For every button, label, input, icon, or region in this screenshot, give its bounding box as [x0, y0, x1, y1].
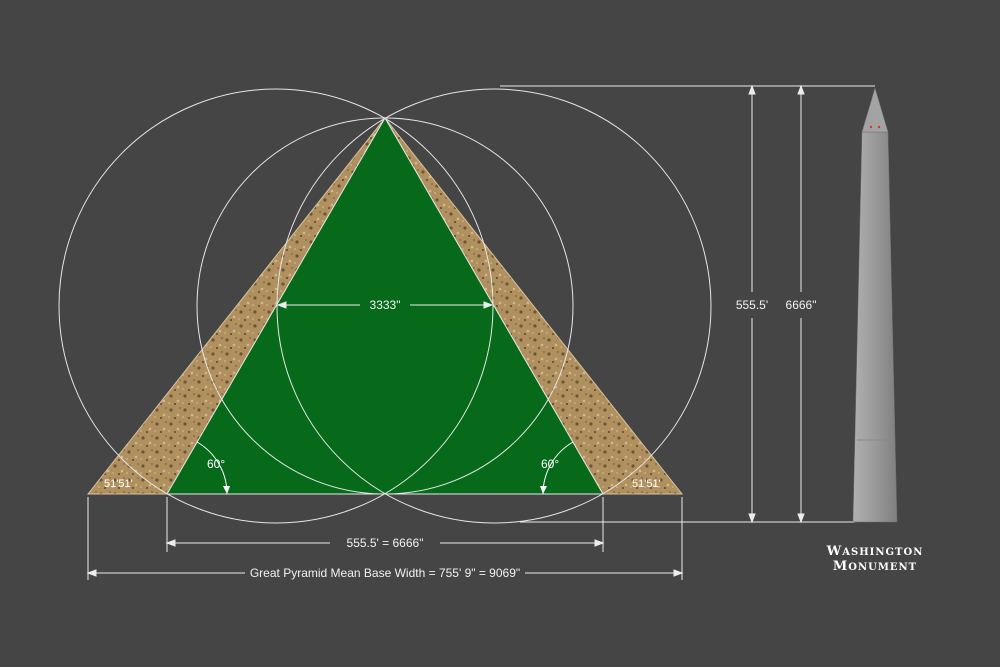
left-slope-label: 51'51' — [104, 478, 133, 490]
height-feet-label: 555.5' — [736, 298, 768, 312]
monument-line1-cap: W — [826, 544, 843, 559]
inner-width-label: 3333" — [370, 298, 401, 312]
height-inches-label: 6666" — [786, 298, 817, 312]
monument-line2-rest: ONUMENT — [848, 562, 917, 573]
inner-base-label: 555.5' = 6666" — [347, 536, 424, 550]
obelisk-pyramidion — [861, 87, 889, 133]
monument-line1-rest: ASHINGTON — [841, 547, 923, 558]
obelisk-shaft — [852, 131, 898, 523]
monument-label-line2: MONUMENT — [833, 559, 917, 574]
right-angle-label: 60° — [541, 457, 559, 471]
monument-label-line1: WASHINGTON — [826, 544, 924, 559]
pyramid-diagram: 3333" 60° 60° 51'51' 51'51' 555.5' = 666… — [58, 84, 924, 580]
washington-monument — [852, 87, 898, 523]
monument-line2-cap: M — [833, 559, 848, 574]
full-base-label: Great Pyramid Mean Base Width = 755' 9" … — [250, 566, 520, 580]
left-angle-label: 60° — [207, 457, 225, 471]
right-slope-label: 51'51' — [632, 478, 661, 490]
